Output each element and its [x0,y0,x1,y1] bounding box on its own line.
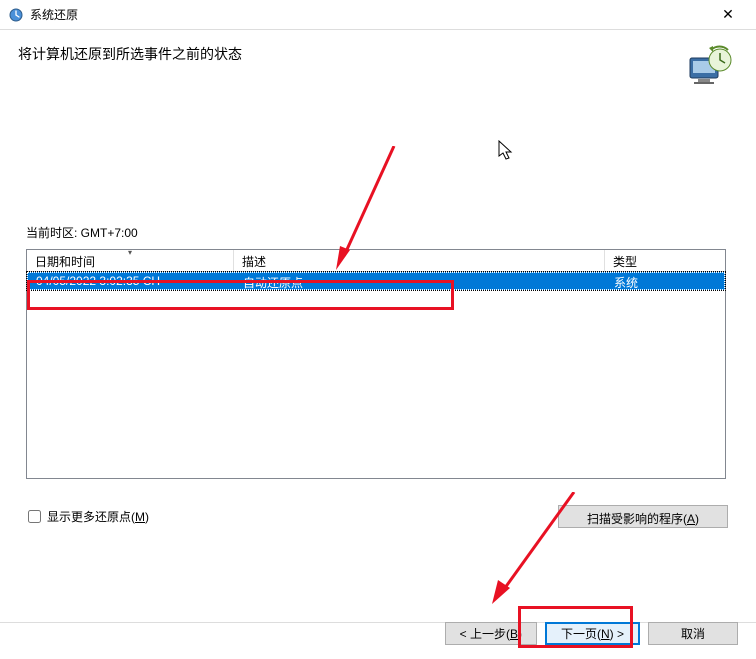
wizard-header: 将计算机还原到所选事件之前的状态 [0,30,756,94]
cell-desc: 自动还原点 [235,273,606,289]
cell-date: 04/05/2022 3:02:35 CH [28,273,235,289]
scan-affected-button[interactable]: 扫描受影响的程序(A) [558,505,728,528]
restore-icon [8,7,24,23]
titlebar: 系统还原 ✕ [0,0,756,30]
column-header-date[interactable]: 日期和时间 ▾ [27,250,234,271]
timezone-label: 当前时区: GMT+7:00 [26,224,730,241]
column-header-desc[interactable]: 描述 [234,250,605,271]
restore-points-table[interactable]: 日期和时间 ▾ 描述 类型 04/05/2022 3:02:35 CH 自动还原… [26,249,726,479]
footer-options: 显示更多还原点(M) 扫描受影响的程序(A) [26,505,730,528]
cell-type: 系统 [606,273,724,289]
cancel-button[interactable]: 取消 [648,622,738,645]
page-heading: 将计算机还原到所选事件之前的状态 [18,44,684,64]
sort-indicator-icon: ▾ [128,248,132,257]
cursor-icon [498,140,516,162]
next-button[interactable]: 下一页(N) > [545,622,640,645]
column-header-type[interactable]: 类型 [605,250,725,271]
close-button[interactable]: ✕ [708,6,748,23]
table-row[interactable]: 04/05/2022 3:02:35 CH 自动还原点 系统 [27,272,725,290]
restore-graphic-icon [684,44,734,94]
content-area: 当前时区: GMT+7:00 日期和时间 ▾ 描述 类型 04/05/2022 … [0,224,756,528]
show-more-checkbox-input[interactable] [28,510,41,523]
back-button[interactable]: < 上一步(B) [445,622,537,645]
window-title: 系统还原 [30,6,708,23]
show-more-checkbox[interactable]: 显示更多还原点(M) [28,508,558,525]
table-header: 日期和时间 ▾ 描述 类型 [27,250,725,272]
wizard-buttons: < 上一步(B) 下一页(N) > 取消 [445,622,738,645]
show-more-label: 显示更多还原点(M) [47,508,149,525]
